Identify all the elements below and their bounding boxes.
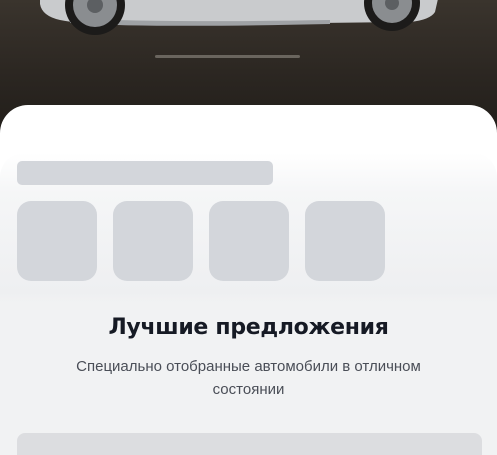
car-image [40, 0, 438, 35]
offers-panel [0, 153, 497, 455]
section-subtitle: Специально отобранные автомобили в отлич… [76, 358, 421, 398]
skeleton-offer-card [17, 433, 482, 455]
skeleton-header-bar [17, 161, 273, 185]
skeleton-tile [113, 201, 193, 281]
section-title: Лучшие предложения [108, 315, 389, 340]
app-screen: Лучшие предложения Специально отобранные… [0, 0, 497, 455]
road-marking [155, 55, 300, 58]
skeleton-tile [209, 201, 289, 281]
skeleton-tile [305, 201, 385, 281]
skeleton-tile [17, 201, 97, 281]
